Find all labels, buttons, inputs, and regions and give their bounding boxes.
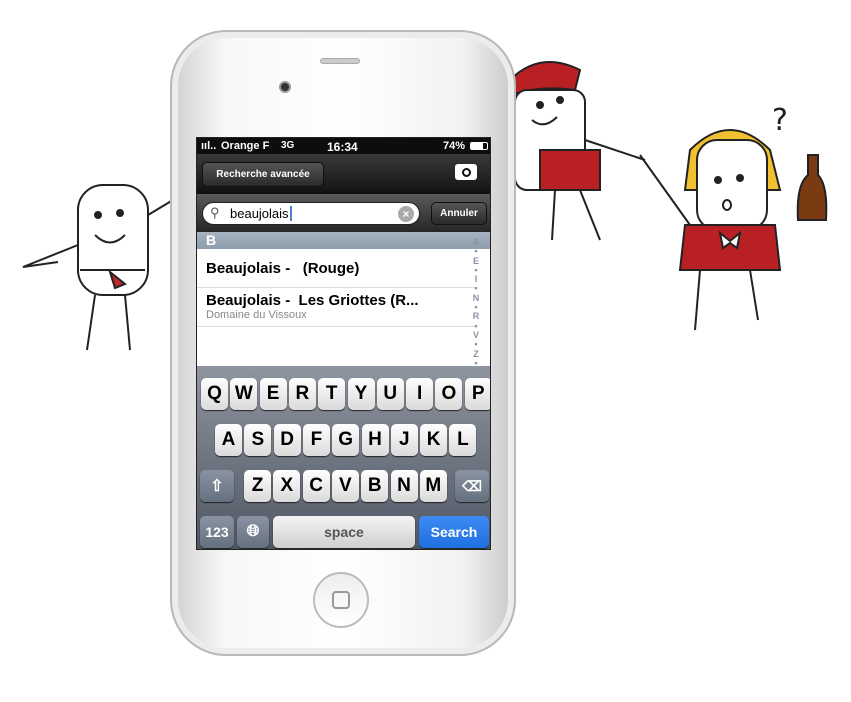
result-title: Beaujolais - Les Griottes (R... (206, 292, 419, 309)
search-input[interactable]: ⚲ beaujolais × (202, 202, 420, 225)
key-g[interactable]: G (332, 424, 360, 456)
globe-key[interactable]: 🌐︎ (237, 516, 269, 548)
key-f[interactable]: F (302, 424, 330, 456)
network: 3G (281, 140, 295, 151)
result-subtitle: Domaine du Vissoux (206, 309, 307, 321)
nav-bar: Recherche avancée (197, 154, 490, 194)
search-bar: ⚲ beaujolais × Annuler (197, 194, 490, 232)
front-camera (279, 81, 291, 93)
clear-icon[interactable]: × (398, 206, 414, 222)
screen: ııl.. Orange F 3G 16:34 74% Recherche av… (196, 137, 491, 550)
key-o[interactable]: O (435, 378, 463, 410)
shift-arrow-icon: ⇧ (210, 478, 224, 495)
section-index[interactable]: A•E•I•N•R•V•Z•Z (471, 237, 481, 377)
globe-icon: 🌐︎ (246, 523, 260, 540)
search-icon: ⚲ (210, 205, 220, 220)
key-d[interactable]: D (273, 424, 301, 456)
key-u[interactable]: U (376, 378, 404, 410)
key-r[interactable]: R (288, 378, 316, 410)
key-y[interactable]: Y (347, 378, 375, 410)
search-key[interactable]: Search (419, 516, 489, 548)
key-c[interactable]: C (302, 470, 330, 502)
key-p[interactable]: P (464, 378, 490, 410)
cancel-button[interactable]: Annuler (431, 202, 487, 225)
right-character: ? (639, 103, 828, 331)
keyboard: Q W E R T Y U I O P A S D F G H J K L Z X C V B N M ⇧ ⌫ 123 🌐︎ space Se… (197, 366, 490, 549)
key-s[interactable]: S (244, 424, 272, 456)
clock: 16:34 (327, 140, 358, 154)
carrier: Orange F (221, 140, 270, 152)
key-e[interactable]: E (259, 378, 287, 410)
status-bar: ııl.. Orange F 3G 16:34 74% (197, 138, 490, 154)
key-t[interactable]: T (318, 378, 346, 410)
space-key[interactable]: space (273, 516, 415, 548)
home-button[interactable] (313, 572, 369, 628)
result-title: Beaujolais - (Rouge) (206, 260, 360, 277)
key-a[interactable]: A (215, 424, 242, 456)
advanced-search-button[interactable]: Recherche avancée (202, 162, 324, 187)
key-n[interactable]: N (390, 470, 418, 502)
key-x[interactable]: X (273, 470, 301, 502)
shift-key[interactable]: ⇧ (200, 470, 234, 502)
key-i[interactable]: I (406, 378, 434, 410)
key-k[interactable]: K (420, 424, 448, 456)
battery-icon (470, 142, 488, 150)
key-z[interactable]: Z (244, 470, 271, 502)
key-q[interactable]: Q (201, 378, 228, 410)
list-item[interactable]: Beaujolais - Les Griottes (R... Domaine … (197, 288, 477, 327)
key-l[interactable]: L (449, 424, 477, 456)
earpiece (320, 58, 360, 64)
key-w[interactable]: W (230, 378, 258, 410)
delete-key[interactable]: ⌫ (455, 470, 489, 502)
section-header: B (197, 232, 490, 249)
search-text: beaujolais (230, 206, 292, 221)
key-j[interactable]: J (390, 424, 418, 456)
battery-percent: 74% (443, 140, 466, 152)
list-item[interactable]: Beaujolais - (Rouge) (197, 249, 477, 288)
signal-icon: ııl.. (201, 140, 217, 152)
backspace-icon: ⌫ (462, 477, 482, 494)
key-v[interactable]: V (331, 470, 359, 502)
svg-text:?: ? (772, 103, 788, 138)
key-m[interactable]: M (419, 470, 447, 502)
key-h[interactable]: H (361, 424, 389, 456)
camera-icon[interactable] (455, 164, 477, 180)
numbers-key[interactable]: 123 (200, 516, 234, 548)
key-b[interactable]: B (361, 470, 389, 502)
home-square-icon (332, 591, 350, 609)
